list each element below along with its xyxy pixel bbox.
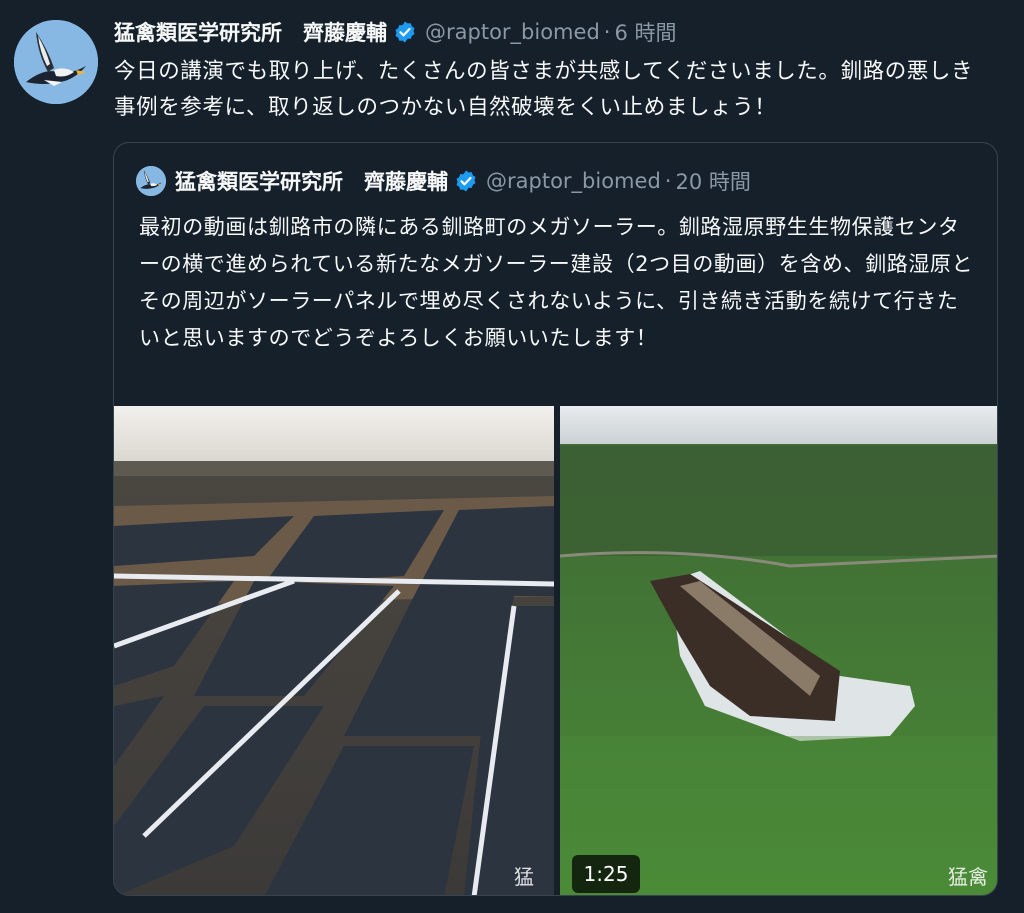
wetland-construction-video[interactable]: 猛禽 xyxy=(560,406,997,895)
verified-badge-icon xyxy=(393,20,417,44)
quoted-tweet-card[interactable]: 猛禽類医学研究所 齊藤慶輔 @raptor_biomed · 20 時間 最初の… xyxy=(113,142,998,896)
solar-farm-video[interactable]: 猛 xyxy=(114,406,554,895)
author-avatar[interactable] xyxy=(14,20,98,104)
video-watermark: 猛 xyxy=(514,865,534,889)
meta-separator: · xyxy=(603,20,611,44)
wetland-construction-image: 猛禽 xyxy=(560,406,997,895)
verified-badge-icon xyxy=(454,169,478,193)
tweet-text: 今日の講演でも取り上げ、たくさんの皆さまが共感してくださいました。釧路の悪しき事… xyxy=(114,59,974,120)
quoted-author-handle: @raptor_biomed xyxy=(486,169,661,193)
tweet-header: 猛禽類医学研究所 齊藤慶輔 @raptor_biomed · 6 時間 xyxy=(114,16,677,48)
video-watermark: 猛禽 xyxy=(948,865,988,889)
eagle-avatar-icon xyxy=(14,20,98,104)
quoted-author-avatar xyxy=(136,166,166,196)
author-handle[interactable]: @raptor_biomed xyxy=(425,20,600,44)
quoted-tweet-text: 最初の動画は釧路市の隣にある釧路町のメガソーラー。釧路湿原野生生物保護センターの… xyxy=(139,215,974,350)
quoted-author-name: 猛禽類医学研究所 齊藤慶輔 xyxy=(175,170,448,194)
solar-farm-image: 猛 xyxy=(114,406,554,895)
video-duration-badge: 1:25 xyxy=(572,855,640,893)
tweet-timestamp[interactable]: 6 時間 xyxy=(614,17,676,47)
quoted-tweet-header: 猛禽類医学研究所 齊藤慶輔 @raptor_biomed · 20 時間 xyxy=(136,165,751,197)
quoted-tweet-timestamp: 20 時間 xyxy=(675,170,751,194)
author-name[interactable]: 猛禽類医学研究所 齊藤慶輔 xyxy=(114,17,387,47)
quoted-tweet-media[interactable]: 猛 猛禽 xyxy=(114,406,997,895)
eagle-avatar-icon xyxy=(136,166,166,196)
meta-separator: · xyxy=(664,169,672,193)
